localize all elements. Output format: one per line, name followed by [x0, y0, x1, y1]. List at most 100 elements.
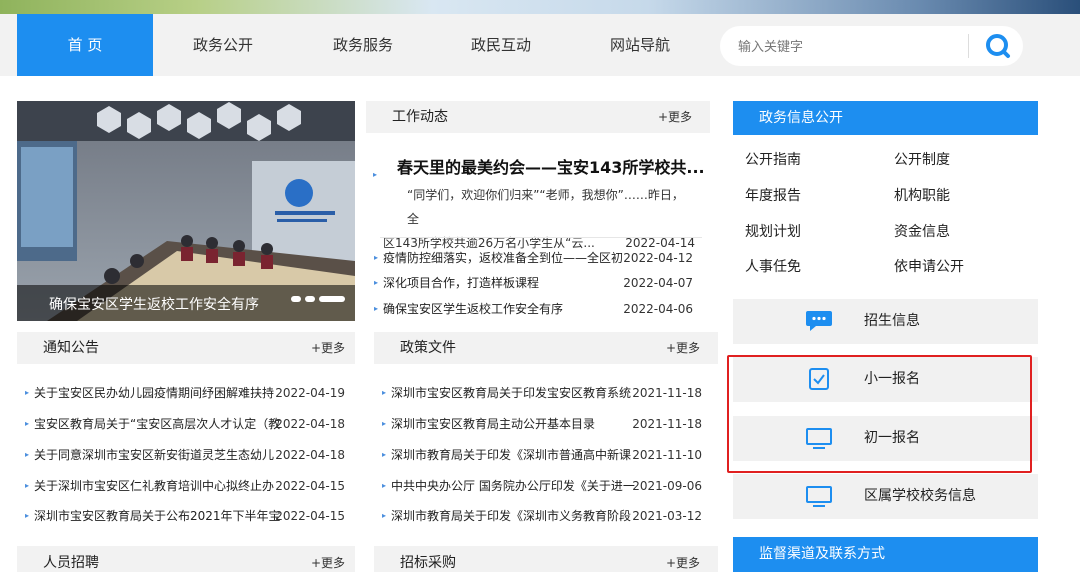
- nav-item-gov-services[interactable]: 政务服务: [293, 14, 433, 76]
- list-item-title[interactable]: 关于宝安区民办幼儿园疫情期间纾困解难扶持: [34, 383, 282, 403]
- nav-item-home[interactable]: 首 页: [17, 14, 153, 76]
- list-item-date: 2021-11-18: [632, 417, 702, 431]
- featured-news-title[interactable]: 春天里的最美约会——宝安143所学校共...: [397, 154, 705, 178]
- gov-info-link[interactable]: 公开制度: [894, 149, 950, 169]
- list-item[interactable]: ▸ 深圳市宝安区教育局主动公开基本目录 2021-11-18: [382, 414, 702, 434]
- chat-bubble-icon: [805, 309, 833, 333]
- policies-title: 政策文件: [400, 340, 456, 356]
- notices-title: 通知公告: [43, 340, 99, 356]
- gov-info-link[interactable]: 年度报告: [745, 185, 801, 205]
- list-item-date: 2022-04-15: [275, 479, 345, 493]
- work-news-header: 工作动态 +更多: [366, 101, 710, 133]
- school-affairs-button[interactable]: 区属学校校务信息: [733, 474, 1038, 519]
- bullet-icon: ▸: [25, 511, 30, 520]
- bidding-title: 招标采购: [400, 555, 456, 571]
- list-item-title[interactable]: 宝安区教育局关于“宝安区高层次人才认定（教: [34, 414, 282, 434]
- nav-item-site-nav[interactable]: 网站导航: [572, 14, 708, 76]
- bullet-icon: ▸: [25, 419, 30, 428]
- list-item-title[interactable]: 深圳市教育局关于印发《深圳市义务教育阶段: [391, 506, 639, 526]
- slide-dot-2[interactable]: [305, 295, 315, 302]
- list-item[interactable]: ▸ 深圳市宝安区教育局关于印发宝安区教育系统 2021-11-18: [382, 383, 702, 403]
- recruit-more-link[interactable]: +更多: [311, 546, 345, 580]
- bullet-icon: ▸: [25, 388, 30, 397]
- highlight-annotation-box: [727, 355, 1032, 473]
- search-box: [720, 26, 1023, 66]
- work-news-divider: [380, 237, 702, 238]
- nav-item-gov-affairs[interactable]: 政务公开: [155, 14, 291, 76]
- list-item[interactable]: ▸ 深圳市教育局关于印发《深圳市义务教育阶段 2021-03-12: [382, 506, 702, 526]
- featured-bullet: ▸: [373, 170, 378, 179]
- supervision-header: 监督渠道及联系方式: [733, 537, 1038, 572]
- list-item-date: 2022-04-12: [623, 251, 693, 265]
- list-item[interactable]: ▸ 深圳市宝安区教育局关于公布2021年下半年宝 2022-04-15: [25, 506, 345, 526]
- bullet-icon: ▸: [382, 450, 387, 459]
- policies-more-link[interactable]: +更多: [666, 332, 700, 364]
- list-item-date: 2022-04-18: [275, 448, 345, 462]
- gov-info-panel: 公开指南 公开制度 年度报告 机构职能 规划计划 资金信息 人事任免 依申请公开: [733, 135, 1038, 286]
- bidding-header: 招标采购 +更多: [374, 546, 718, 572]
- list-item[interactable]: ▸ 中共中央办公厅 国务院办公厅印发《关于进一 2021-09-06: [382, 476, 702, 496]
- gov-info-link[interactable]: 人事任免: [745, 256, 801, 276]
- list-item-date: 2022-04-18: [275, 417, 345, 431]
- list-item[interactable]: ▸ 疫情防控细落实，返校准备全到位——全区初 2022-04-12: [374, 248, 693, 268]
- list-item[interactable]: ▸ 确保宝安区学生返校工作安全有序 2022-04-06: [374, 299, 693, 319]
- gov-info-link[interactable]: 公开指南: [745, 149, 801, 169]
- enrollment-info-button[interactable]: 招生信息: [733, 299, 1038, 344]
- notices-header: 通知公告 +更多: [17, 332, 355, 364]
- enrollment-info-label: 招生信息: [864, 313, 920, 329]
- slide-dot-1[interactable]: [291, 295, 301, 302]
- list-item-title[interactable]: 深圳市宝安区教育局关于印发宝安区教育系统: [391, 383, 639, 403]
- work-news-more-link[interactable]: +更多: [658, 101, 692, 133]
- recruit-header: 人员招聘 +更多: [17, 546, 355, 572]
- bullet-icon: ▸: [382, 388, 387, 397]
- list-item-date: 2022-04-15: [275, 509, 345, 523]
- list-item[interactable]: ▸ 深圳市教育局关于印发《深圳市普通高中新课 2021-11-10: [382, 445, 702, 465]
- bullet-icon: ▸: [25, 481, 30, 490]
- gov-info-title: 政务信息公开: [759, 110, 843, 126]
- list-item-title[interactable]: 关于深圳市宝安区仁礼教育培训中心拟终止办: [34, 476, 282, 496]
- list-item-date: 2022-04-19: [275, 386, 345, 400]
- list-item[interactable]: ▸ 关于深圳市宝安区仁礼教育培训中心拟终止办 2022-04-15: [25, 476, 345, 496]
- list-item-title[interactable]: 深圳市教育局关于印发《深圳市普通高中新课: [391, 445, 639, 465]
- list-item[interactable]: ▸ 深化项目合作，打造样板课程 2022-04-07: [374, 273, 693, 293]
- list-item-title[interactable]: 深圳市宝安区教育局主动公开基本目录: [391, 414, 639, 434]
- list-item-title[interactable]: 中共中央办公厅 国务院办公厅印发《关于进一: [391, 476, 639, 496]
- bidding-more-link[interactable]: +更多: [666, 546, 700, 580]
- slideshow-caption[interactable]: 确保宝安区学生返校工作安全有序: [49, 294, 259, 314]
- list-item-title[interactable]: 疫情防控细落实，返校准备全到位——全区初: [383, 248, 631, 268]
- list-item[interactable]: ▸ 关于同意深圳市宝安区新安街道灵芝生态幼儿 2022-04-18: [25, 445, 345, 465]
- recruit-title: 人员招聘: [43, 555, 99, 571]
- nav-item-interaction[interactable]: 政民互动: [433, 14, 569, 76]
- search-input[interactable]: [736, 34, 970, 60]
- bullet-icon: ▸: [382, 419, 387, 428]
- list-item-date: 2021-11-10: [632, 448, 702, 462]
- bullet-icon: ▸: [25, 450, 30, 459]
- bullet-icon: ▸: [374, 253, 379, 262]
- gov-info-link[interactable]: 资金信息: [894, 221, 950, 241]
- top-banner-image: [0, 0, 1080, 14]
- search-icon[interactable]: [984, 32, 1012, 60]
- notices-more-link[interactable]: +更多: [311, 332, 345, 364]
- monitor-icon: [805, 484, 833, 508]
- slide-dot-3-active[interactable]: [319, 295, 345, 302]
- featured-news-summary[interactable]: “同学们，欢迎你们归来”“老师，我想你”……昨日，全 区143所学校共逾26万名…: [383, 183, 695, 255]
- supervision-title[interactable]: 监督渠道及联系方式: [759, 537, 885, 572]
- list-item-title[interactable]: 深圳市宝安区教育局关于公布2021年下半年宝: [34, 506, 282, 526]
- gov-info-link[interactable]: 规划计划: [745, 221, 801, 241]
- list-item-date: 2021-03-12: [632, 509, 702, 523]
- gov-info-link[interactable]: 依申请公开: [894, 256, 964, 276]
- work-news-title: 工作动态: [392, 109, 448, 125]
- policies-header: 政策文件 +更多: [374, 332, 718, 364]
- featured-summary-line-1: “同学们，欢迎你们归来”“老师，我想你”……昨日，全: [407, 188, 684, 226]
- list-item-date: 2021-11-18: [632, 386, 702, 400]
- search-divider: [968, 34, 969, 58]
- list-item[interactable]: ▸ 关于宝安区民办幼儿园疫情期间纾困解难扶持 2022-04-19: [25, 383, 345, 403]
- gov-info-header: 政务信息公开: [733, 101, 1038, 135]
- list-item[interactable]: ▸ 宝安区教育局关于“宝安区高层次人才认定（教 2022-04-18: [25, 414, 345, 434]
- bullet-icon: ▸: [382, 511, 387, 520]
- list-item-title[interactable]: 深化项目合作，打造样板课程: [383, 273, 631, 293]
- list-item-title[interactable]: 关于同意深圳市宝安区新安街道灵芝生态幼儿: [34, 445, 282, 465]
- gov-info-link[interactable]: 机构职能: [894, 185, 950, 205]
- list-item-title[interactable]: 确保宝安区学生返校工作安全有序: [383, 299, 631, 319]
- news-slideshow[interactable]: 确保宝安区学生返校工作安全有序: [17, 101, 355, 321]
